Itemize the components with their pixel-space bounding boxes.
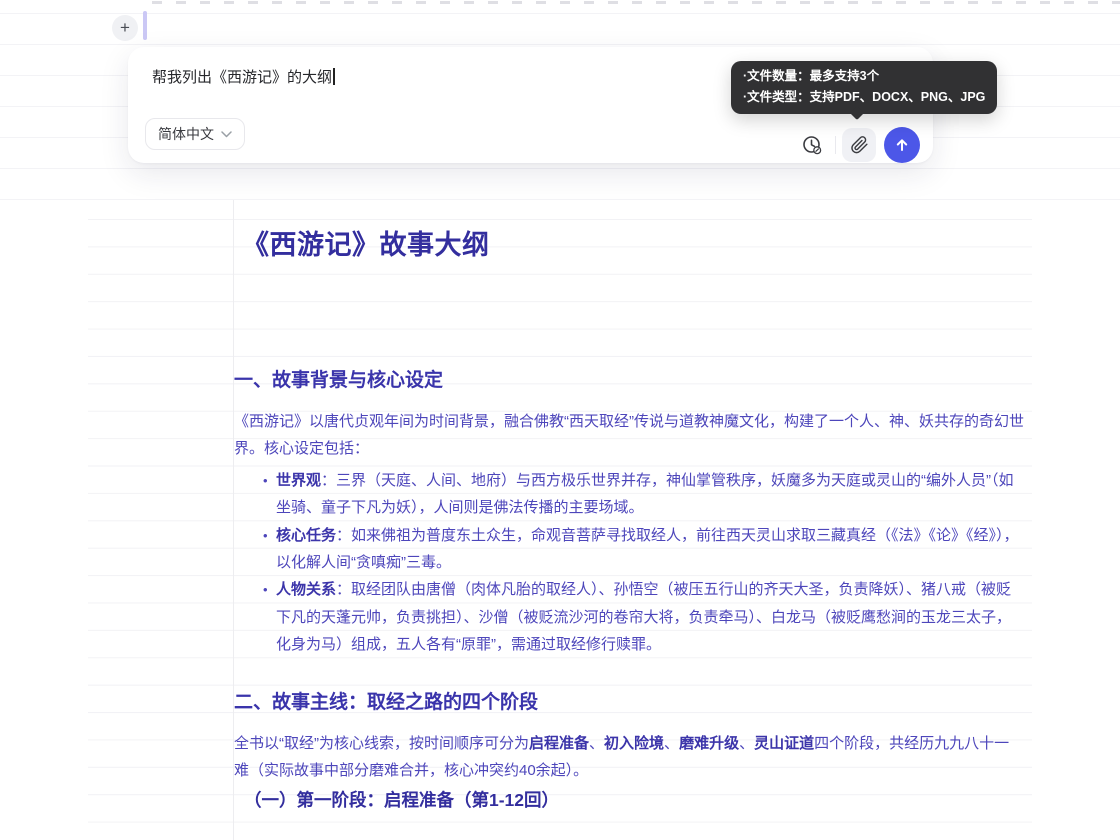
block-cursor-indicator [143,11,147,40]
bold-text: 磨难升级 [679,735,739,752]
section-dashed-divider [152,1,1120,4]
bold-text: 初入险境 [604,735,664,752]
bullet-text: 核心任务：如来佛祖为普度东土众生，命观音菩萨寻找取经人，前往西天灵山求取三藏真经… [276,527,1019,571]
text: ：三界（天庭、人间、地府）与西方极乐世界并存，神仙掌管秩序，妖魔多为天庭或灵山的… [276,472,1014,516]
bullet-text: 人物关系：取经团队由唐僧（肉体凡胎的取经人）、孙悟空（被压五行山的齐天大圣，负责… [276,581,1011,653]
doc-bullet-item: • 世界观：三界（天庭、人间、地府）与西方极乐世界并存，神仙掌管秩序，妖魔多为天庭… [234,467,1024,522]
bullet-marker: • [263,522,268,549]
text: 、 [739,735,754,752]
doc-content[interactable]: 《西游记》故事大纲一、故事背景与核心设定《西游记》以唐代贞观年间为时间背景，融合… [234,200,1024,840]
doc-bullet-item: • 核心任务：如来佛祖为普度东土众生，命观音菩萨寻找取经人，前往西天灵山求取三藏真… [234,522,1024,577]
tooltip-line-file-count: ·文件数量：最多支持3个 [743,66,985,87]
doc-heading-h1: 《西游记》故事大纲 [242,226,1024,264]
language-label: 简体中文 [158,124,214,144]
doc-heading-h2: 一、故事背景与核心设定 [234,368,1024,394]
text: ：取经团队由唐僧（肉体凡胎的取经人）、孙悟空（被压五行山的齐天大圣，负责降妖）、… [276,581,1011,653]
chevron-down-icon [221,131,232,138]
divider [835,136,836,154]
text: 全书以“取经”为核心线索，按时间顺序可分为 [234,735,529,752]
clock-history-icon [801,134,823,156]
send-button[interactable] [884,127,920,163]
attach-tooltip: ·文件数量：最多支持3个 ·文件类型：支持PDF、DOCX、PNG、JPG [731,61,997,114]
doc-paragraph: 全书以“取经”为核心线索，按时间顺序可分为启程准备、初入险境、磨难升级、灵山证道… [234,730,1024,785]
text: ：如来佛祖为普度东土众生，命观音菩萨寻找取经人，前往西天灵山求取三藏真经（《法》… [276,527,1019,571]
bullet-text: 世界观：三界（天庭、人间、地府）与西方极乐世界并存，神仙掌管秩序，妖魔多为天庭或… [276,472,1014,516]
history-button[interactable] [795,128,829,162]
add-block-button[interactable]: + [112,15,138,41]
text: 、 [664,735,679,752]
tooltip-line-file-types: ·文件类型：支持PDF、DOCX、PNG、JPG [743,87,985,108]
text: 《西游记》以唐代贞观年间为时间背景，融合佛教“西天取经”传说与道教神魔文化，构建… [234,413,1024,457]
language-selector[interactable]: 简体中文 [145,118,245,150]
text-caret [333,68,335,85]
paperclip-icon [849,135,869,155]
doc-heading-h2: 二、故事主线：取经之路的四个阶段 [234,690,1024,716]
doc-paragraph: 《西游记》以唐代贞观年间为时间背景，融合佛教“西天取经”传说与道教神魔文化，构建… [234,408,1024,463]
bold-text: 人物关系 [276,581,336,598]
bold-text: 世界观 [276,472,321,489]
doc-heading-h3: （一）第一阶段：启程准备（第1-12回） [244,788,1024,812]
bullet-marker: • [263,467,268,494]
bold-text: 灵山证道 [754,735,814,752]
bullet-marker: • [263,576,268,603]
attach-file-button[interactable] [842,128,876,162]
prompt-text: 帮我列出《西游记》的大纲 [152,69,332,86]
text: 、 [589,735,604,752]
composer-actions [795,127,920,163]
bold-text: 启程准备 [529,735,589,752]
bold-text: 核心任务 [276,527,336,544]
arrow-up-icon [893,136,911,154]
doc-bullet-item: • 人物关系：取经团队由唐僧（肉体凡胎的取经人）、孙悟空（被压五行山的齐天大圣，负… [234,576,1024,658]
